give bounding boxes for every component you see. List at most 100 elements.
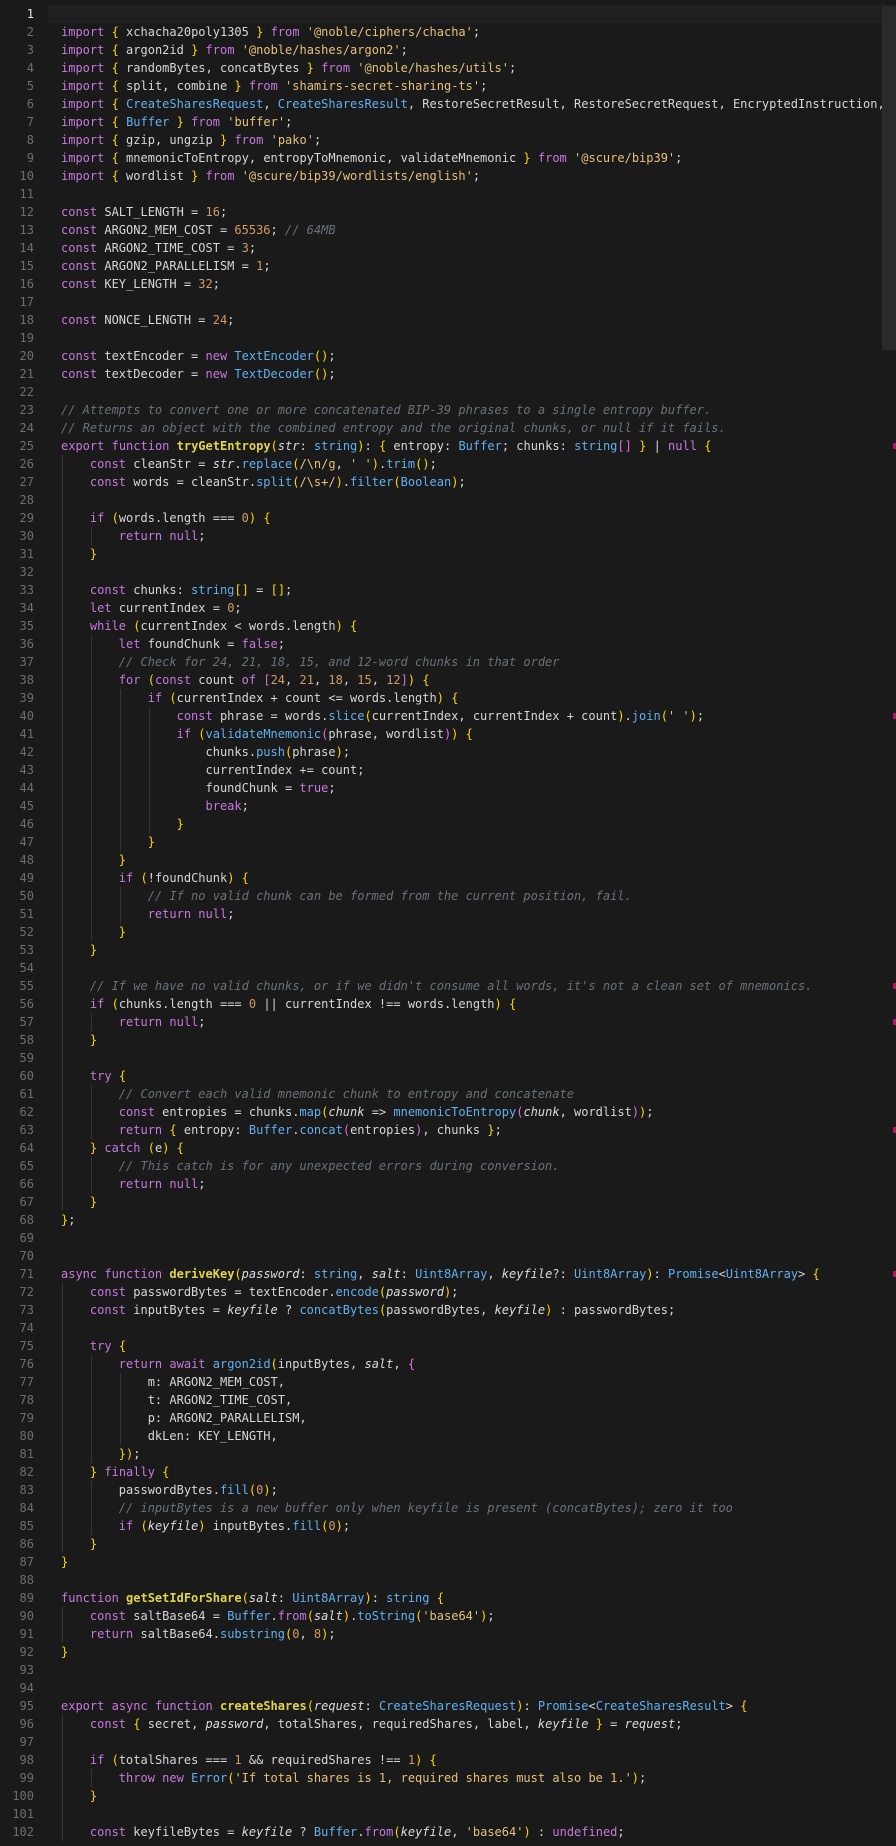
line-code[interactable]: import { xchacha20poly1305 } from '@nobl… bbox=[61, 23, 480, 41]
line-number: 89 bbox=[19, 1591, 34, 1605]
line-code[interactable]: } bbox=[61, 851, 126, 869]
line-code[interactable]: import { randomBytes, concatBytes } from… bbox=[61, 59, 516, 77]
line-number: 31 bbox=[19, 547, 34, 561]
line-number: 36 bbox=[19, 637, 34, 651]
line-code[interactable]: import { mnemonicToEntropy, entropyToMne… bbox=[61, 149, 682, 167]
line-code[interactable]: } bbox=[61, 545, 97, 563]
line-code[interactable]: return saltBase64.substring(0, 8); bbox=[61, 1625, 336, 1643]
line-code[interactable]: } catch (e) { bbox=[61, 1139, 184, 1157]
line-code[interactable]: if (!foundChunk) { bbox=[61, 869, 249, 887]
line-code[interactable]: const entropies = chunks.map(chunk => mn… bbox=[61, 1103, 654, 1121]
line-code[interactable]: const ARGON2_PARALLELISM = 1; bbox=[61, 257, 271, 275]
line-code[interactable]: // If we have no valid chunks, or if we … bbox=[61, 977, 812, 995]
line-code[interactable]: import { split, combine } from 'shamirs-… bbox=[61, 77, 487, 95]
line-code[interactable]: const NONCE_LENGTH = 24; bbox=[61, 311, 234, 329]
line-code[interactable]: // If no valid chunk can be formed from … bbox=[61, 887, 632, 905]
line-code[interactable]: const textDecoder = new TextDecoder(); bbox=[61, 365, 336, 383]
line-code[interactable]: } bbox=[61, 833, 155, 851]
line-number: 80 bbox=[19, 1429, 34, 1443]
line-code[interactable]: for (const count of [24, 21, 18, 15, 12]… bbox=[61, 671, 430, 689]
line-code[interactable]: }); bbox=[61, 1445, 141, 1463]
line-code[interactable]: const KEY_LENGTH = 32; bbox=[61, 275, 220, 293]
line-number: 3 bbox=[26, 43, 34, 57]
line-code[interactable]: const keyfileBytes = keyfile ? Buffer.fr… bbox=[61, 1823, 625, 1841]
line-code[interactable]: import { argon2id } from '@noble/hashes/… bbox=[61, 41, 408, 59]
line-code[interactable]: const saltBase64 = Buffer.from(salt).toS… bbox=[61, 1607, 495, 1625]
line-code[interactable]: const textEncoder = new TextEncoder(); bbox=[61, 347, 336, 365]
line-number: 37 bbox=[19, 655, 34, 669]
line-number: 81 bbox=[19, 1447, 34, 1461]
scrollbar-thumb[interactable] bbox=[882, 6, 896, 350]
line-code[interactable]: // Attempts to convert one or more conca… bbox=[61, 401, 711, 419]
line-code[interactable]: const ARGON2_MEM_COST = 65536; // 64MB bbox=[61, 221, 336, 239]
line-code[interactable]: return null; bbox=[61, 1175, 206, 1193]
line-code[interactable]: try { bbox=[61, 1337, 126, 1355]
line-code[interactable]: } finally { bbox=[61, 1463, 170, 1481]
line-code[interactable]: } bbox=[61, 1031, 97, 1049]
vertical-scrollbar[interactable] bbox=[882, 0, 896, 1846]
line-code[interactable]: function getSetIdForShare(salt: Uint8Arr… bbox=[61, 1589, 444, 1607]
line-code[interactable]: p: ARGON2_PARALLELISM, bbox=[61, 1409, 307, 1427]
line-code[interactable]: } bbox=[61, 1535, 97, 1553]
line-code[interactable]: // Returns an object with the combined e… bbox=[61, 419, 726, 437]
line-code[interactable]: while (currentIndex < words.length) { bbox=[61, 617, 357, 635]
line-code[interactable]: chunks.push(phrase); bbox=[61, 743, 350, 761]
line-code[interactable]: if (totalShares === 1 && requiredShares … bbox=[61, 1751, 437, 1769]
line-number: 69 bbox=[19, 1231, 34, 1245]
line-code[interactable]: return await argon2id(inputBytes, salt, … bbox=[61, 1355, 415, 1373]
line-code[interactable]: } bbox=[61, 923, 126, 941]
line-code[interactable]: import { CreateSharesRequest, CreateShar… bbox=[61, 95, 896, 113]
line-code[interactable]: const SALT_LENGTH = 16; bbox=[61, 203, 227, 221]
line-code[interactable]: } bbox=[61, 1643, 68, 1661]
line-code[interactable]: passwordBytes.fill(0); bbox=[61, 1481, 278, 1499]
line-code[interactable]: try { bbox=[61, 1067, 126, 1085]
line-code[interactable]: foundChunk = true; bbox=[61, 779, 335, 797]
line-code[interactable]: return { entropy: Buffer.concat(entropie… bbox=[61, 1121, 502, 1139]
line-code[interactable]: if (currentIndex + count <= words.length… bbox=[61, 689, 459, 707]
line-code[interactable]: currentIndex += count; bbox=[61, 761, 364, 779]
line-code[interactable]: } bbox=[61, 941, 97, 959]
line-code[interactable]: const cleanStr = str.replace(/\n/g, ' ')… bbox=[61, 455, 437, 473]
line-code[interactable]: export function tryGetEntropy(str: strin… bbox=[61, 437, 711, 455]
line-code[interactable]: const inputBytes = keyfile ? concatBytes… bbox=[61, 1301, 675, 1319]
line-code[interactable]: import { gzip, ungzip } from 'pako'; bbox=[61, 131, 321, 149]
line-code[interactable]: const chunks: string[] = []; bbox=[61, 581, 292, 599]
line-code[interactable]: // inputBytes is a new buffer only when … bbox=[61, 1499, 733, 1517]
line-code[interactable]: const words = cleanStr.split(/\s+/).filt… bbox=[61, 473, 466, 491]
line-code[interactable]: const ARGON2_TIME_COST = 3; bbox=[61, 239, 256, 257]
line-code[interactable]: return null; bbox=[61, 905, 235, 923]
line-code[interactable]: } bbox=[61, 1787, 97, 1805]
line-code[interactable]: export async function createShares(reque… bbox=[61, 1697, 747, 1715]
line-code[interactable]: t: ARGON2_TIME_COST, bbox=[61, 1391, 293, 1409]
line-code[interactable]: const passwordBytes = textEncoder.encode… bbox=[61, 1283, 459, 1301]
line-code[interactable]: // Check for 24, 21, 18, 15, and 12-word… bbox=[61, 653, 560, 671]
line-code[interactable]: if (words.length === 0) { bbox=[61, 509, 271, 527]
line-code[interactable]: m: ARGON2_MEM_COST, bbox=[61, 1373, 285, 1391]
line-code[interactable]: if (keyfile) inputBytes.fill(0); bbox=[61, 1517, 350, 1535]
line-code[interactable]: } bbox=[61, 1193, 97, 1211]
line-code[interactable]: throw new Error('If total shares is 1, r… bbox=[61, 1769, 646, 1787]
line-code[interactable]: return null; bbox=[61, 527, 206, 545]
code-editor[interactable]: 1 2 import { xchacha20poly1305 } from '@no… bbox=[0, 0, 896, 1846]
line-code[interactable]: const phrase = words.slice(currentIndex,… bbox=[61, 707, 704, 725]
line-code[interactable]: if (validateMnemonic(phrase, wordlist)) … bbox=[61, 725, 473, 743]
line-code[interactable]: break; bbox=[61, 797, 249, 815]
line-number: 22 bbox=[19, 385, 34, 399]
line-code[interactable]: } bbox=[61, 1553, 68, 1571]
line-code[interactable]: // Convert each valid mnemonic chunk to … bbox=[61, 1085, 574, 1103]
line-number: 73 bbox=[19, 1303, 34, 1317]
line-code[interactable]: dkLen: KEY_LENGTH, bbox=[61, 1427, 278, 1445]
line-code[interactable]: async function deriveKey(password: strin… bbox=[61, 1265, 820, 1283]
line-code[interactable]: const { secret, password, totalShares, r… bbox=[61, 1715, 683, 1733]
line-code[interactable]: let currentIndex = 0; bbox=[61, 599, 242, 617]
line-code[interactable]: import { wordlist } from '@scure/bip39/w… bbox=[61, 167, 480, 185]
line-code[interactable]: } bbox=[61, 815, 184, 833]
line-code[interactable]: let foundChunk = false; bbox=[61, 635, 285, 653]
line-code[interactable]: }; bbox=[61, 1211, 75, 1229]
line-code[interactable]: // This catch is for any unexpected erro… bbox=[61, 1157, 560, 1175]
line-number: 85 bbox=[19, 1519, 34, 1533]
line-number: 26 bbox=[19, 457, 34, 471]
line-code[interactable]: if (chunks.length === 0 || currentIndex … bbox=[61, 995, 516, 1013]
line-code[interactable]: return null; bbox=[61, 1013, 206, 1031]
line-code[interactable]: import { Buffer } from 'buffer'; bbox=[61, 113, 292, 131]
